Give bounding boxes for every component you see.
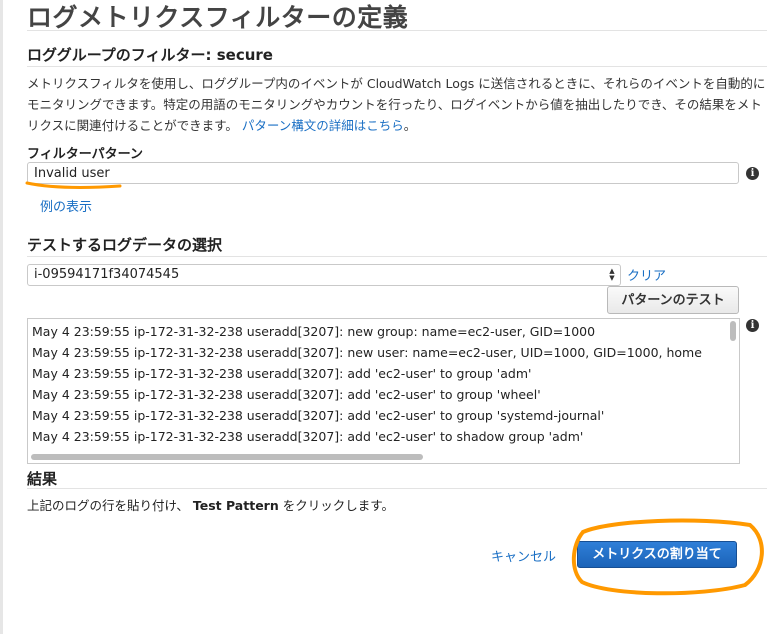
log-stream-selected: i-09594171f34074545 bbox=[34, 267, 180, 282]
results-text-bold: Test Pattern bbox=[192, 498, 279, 513]
results-divider bbox=[27, 488, 767, 489]
left-border bbox=[0, 0, 3, 634]
assign-metric-button[interactable]: メトリクスの割り当て bbox=[577, 541, 737, 568]
horizontal-scrollbar[interactable] bbox=[31, 454, 423, 460]
title-divider bbox=[27, 30, 767, 31]
vertical-scrollbar[interactable] bbox=[730, 321, 736, 341]
page-title: ログメトリクスフィルターの定義 bbox=[27, 3, 409, 32]
log-stream-select[interactable]: i-09594171f34074545 ▲ ▼ bbox=[27, 264, 621, 286]
filter-pattern-label: フィルターパターン bbox=[27, 147, 143, 162]
log-line: May 4 23:59:55 ip-172-31-32-238 useradd[… bbox=[32, 366, 532, 381]
results-text-before: 上記のログの行を貼り付け、 bbox=[27, 498, 189, 513]
results-message: 上記のログの行を貼り付け、 Test Pattern をクリックします。 bbox=[27, 495, 394, 514]
log-line: May 4 23:59:55 ip-172-31-32-238 useradd[… bbox=[32, 324, 596, 339]
log-data-textarea[interactable]: May 4 23:59:55 ip-172-31-32-238 useradd[… bbox=[27, 318, 740, 464]
filter-pattern-input[interactable] bbox=[27, 162, 739, 184]
cancel-link[interactable]: キャンセル bbox=[491, 546, 556, 565]
pattern-syntax-link[interactable]: パターン構文の詳細はこちら bbox=[242, 118, 404, 133]
log-line: May 4 23:59:55 ip-172-31-32-238 useradd[… bbox=[32, 408, 605, 423]
filter-section-title: ロググループのフィルター: secure bbox=[27, 46, 273, 64]
log-line: May 4 23:59:55 ip-172-31-32-238 useradd[… bbox=[32, 387, 541, 402]
filter-description: メトリクスフィルタを使用し、ロググループ内のイベントが CloudWatch L… bbox=[27, 73, 767, 136]
log-line: May 4 23:59:55 ip-172-31-32-238 useradd[… bbox=[32, 345, 702, 360]
test-data-divider bbox=[27, 256, 767, 257]
description-end: 。 bbox=[403, 118, 417, 133]
section-divider bbox=[27, 66, 767, 67]
clear-link[interactable]: クリア bbox=[627, 265, 666, 284]
test-data-title: テストするログデータの選択 bbox=[27, 236, 223, 254]
info-icon[interactable]: i bbox=[746, 167, 759, 180]
test-pattern-button[interactable]: パターンのテスト bbox=[607, 286, 739, 314]
select-arrows-icon: ▲ ▼ bbox=[609, 267, 615, 282]
info-icon[interactable]: i bbox=[746, 319, 759, 332]
show-examples-link[interactable]: 例の表示 bbox=[40, 196, 92, 215]
log-line: May 4 23:59:55 ip-172-31-32-238 useradd[… bbox=[32, 429, 584, 444]
results-title: 結果 bbox=[27, 470, 58, 488]
results-text-after: をクリックします。 bbox=[282, 498, 394, 513]
